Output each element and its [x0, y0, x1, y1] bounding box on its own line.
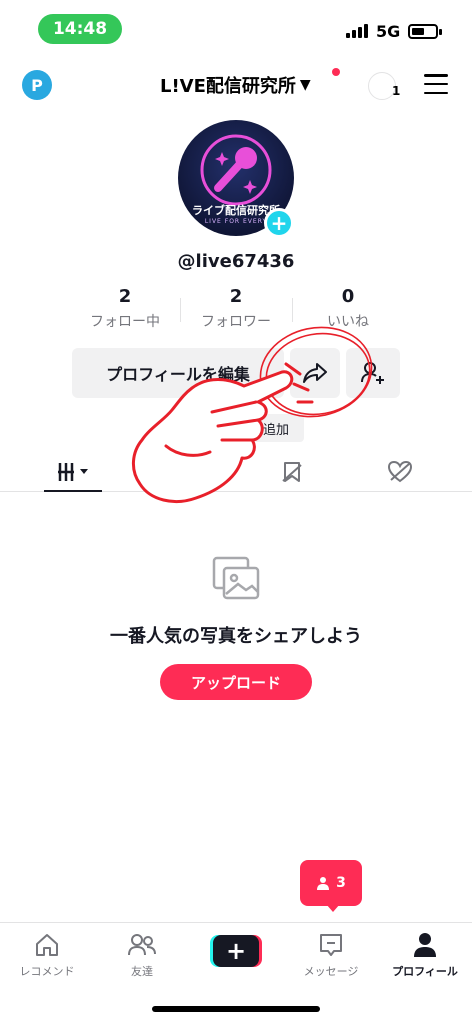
content-tabs — [0, 452, 472, 492]
home-indicator — [152, 1006, 320, 1012]
chevron-down-icon: ▼ — [299, 77, 311, 93]
person-icon — [317, 877, 330, 890]
followers-count: 2 — [229, 286, 243, 307]
following-label: フォロー中 — [90, 314, 160, 330]
add-friend-button[interactable] — [346, 348, 400, 398]
liked-icon — [387, 460, 413, 483]
account-switcher[interactable]: L!VE配信研究所 ▼ — [160, 72, 311, 98]
friend-requests-bubble[interactable]: 3 — [300, 860, 362, 906]
profile-header: P L!VE配信研究所 ▼ 1 — [0, 60, 472, 112]
battery-icon — [408, 24, 442, 39]
add-bio-button[interactable]: + 自己紹介を追加 — [168, 414, 304, 442]
story-count: 1 — [392, 84, 401, 98]
tab-reposts[interactable] — [262, 452, 322, 492]
friends-icon — [128, 934, 156, 956]
account-name: L!VE配信研究所 — [160, 76, 296, 97]
add-friend-icon — [361, 362, 384, 384]
share-profile-button[interactable] — [290, 348, 340, 398]
plus-icon: + — [213, 935, 259, 967]
friend-requests-count: 3 — [336, 875, 346, 891]
app-logo-icon[interactable]: P — [22, 70, 52, 100]
nav-home-label: レコメンド — [19, 965, 75, 978]
add-avatar-button[interactable]: + — [264, 208, 294, 238]
username: @live67436 — [177, 251, 295, 272]
likes-count: 0 — [341, 286, 355, 307]
likes-stat[interactable]: 0 いいね — [293, 286, 403, 331]
nav-home[interactable]: レコメンド — [2, 931, 92, 979]
likes-label: いいね — [327, 314, 369, 330]
nav-inbox-label: メッセージ — [303, 965, 359, 978]
grid-icon — [58, 463, 88, 481]
share-icon — [303, 363, 327, 383]
lock-icon — [173, 460, 191, 483]
upload-button[interactable]: アップロード — [160, 664, 312, 700]
nav-friends[interactable]: 友達 — [97, 931, 187, 979]
notification-dot — [332, 68, 340, 76]
followers-stat[interactable]: 2 フォロワー — [181, 286, 291, 331]
home-icon — [36, 934, 58, 956]
nav-profile-label: プロフィール — [392, 965, 458, 978]
tab-liked[interactable] — [370, 452, 430, 492]
active-tab-indicator — [44, 490, 102, 492]
bubble-tail — [326, 904, 340, 912]
nav-inbox[interactable]: メッセージ — [286, 931, 376, 979]
plus-icon: + — [183, 420, 194, 436]
status-bar: 14:48 5G — [0, 0, 472, 56]
edit-profile-button[interactable]: プロフィールを編集 — [72, 348, 284, 398]
profile-icon — [414, 933, 436, 957]
followers-label: フォロワー — [201, 314, 271, 330]
tab-private[interactable] — [152, 452, 212, 492]
empty-state-title: 一番人気の写真をシェアしよう — [110, 626, 362, 647]
nav-friends-label: 友達 — [131, 965, 153, 978]
add-bio-label: 自己紹介を追加 — [197, 422, 289, 438]
bottom-nav: レコメンド 友達 + メッセージ プロフィール — [0, 922, 472, 992]
network-type: 5G — [376, 22, 401, 41]
photo-icon — [212, 556, 260, 600]
nav-profile[interactable]: プロフィール — [380, 931, 470, 979]
signal-icon — [346, 24, 368, 38]
saved-icon — [282, 462, 302, 482]
following-stat[interactable]: 2 フォロー中 — [70, 286, 180, 331]
inbox-icon — [320, 934, 342, 956]
following-count: 2 — [118, 286, 132, 307]
tab-videos[interactable] — [44, 452, 104, 492]
create-button[interactable]: + — [210, 935, 262, 967]
status-time: 14:48 — [38, 14, 122, 44]
menu-icon[interactable] — [424, 74, 448, 94]
